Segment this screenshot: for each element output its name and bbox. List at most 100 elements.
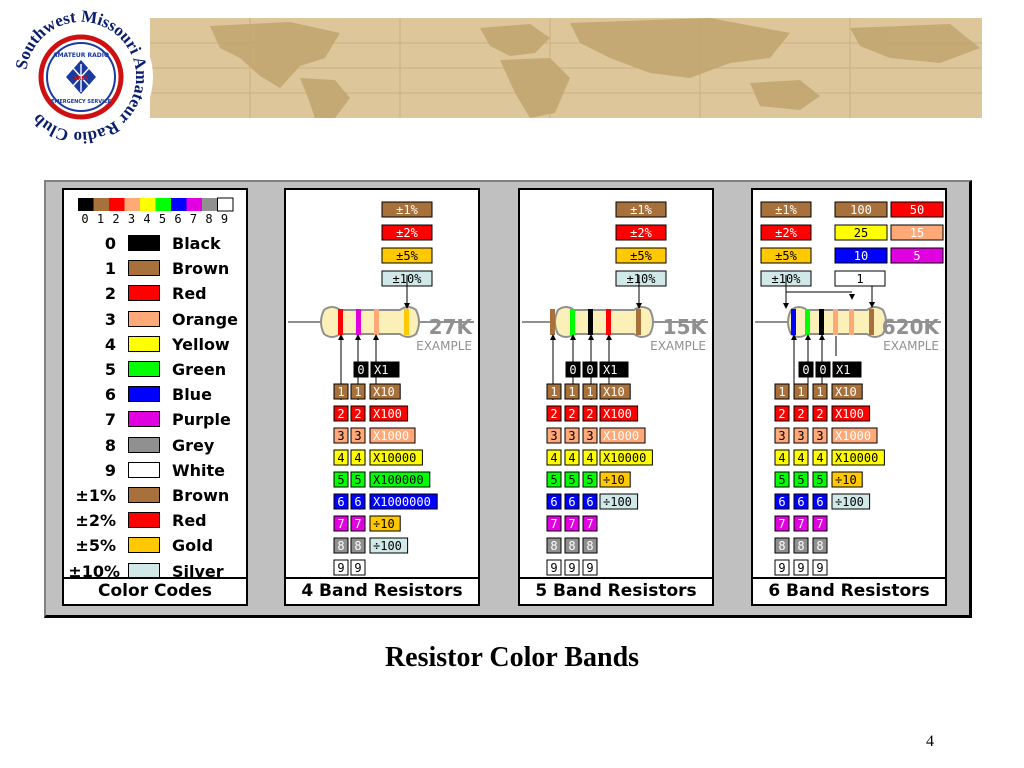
multiplier-label: ÷100 <box>835 495 864 509</box>
strip-swatch-orange <box>124 198 140 211</box>
strip-digit: 3 <box>128 212 135 224</box>
digit-box-label: 0 <box>569 363 576 377</box>
digit-box-label: 7 <box>354 517 361 531</box>
color-codes-footer: Color Codes <box>64 577 246 604</box>
multiplier-label: X100 <box>373 407 402 421</box>
digit-box-label: 3 <box>778 429 785 443</box>
resistor-band <box>849 309 854 335</box>
digit-box-label: 4 <box>568 451 575 465</box>
color-swatch-brown <box>128 487 160 503</box>
digit-box-label: 9 <box>568 561 575 575</box>
color-code-value: 9 <box>104 460 116 480</box>
digit-box-label: 4 <box>797 451 804 465</box>
digit-box-label: 3 <box>568 429 575 443</box>
tolerance-label: ±5% <box>630 249 652 263</box>
resistor-band <box>338 309 343 335</box>
digit-box-label: 5 <box>816 473 823 487</box>
strip-swatch-red <box>109 198 125 211</box>
resistor-example-label: EXAMPLE <box>883 339 939 353</box>
color-swatch-purple <box>128 411 160 428</box>
color-code-value: 6 <box>104 385 116 405</box>
digit-box-label: 2 <box>816 407 823 421</box>
digit-box-label: 8 <box>354 539 361 553</box>
strip-swatch-black <box>78 198 94 211</box>
tolerance-label: ±5% <box>396 249 418 263</box>
color-swatch-black <box>128 235 160 251</box>
digit-box-label: 6 <box>816 495 823 509</box>
resistor-example-label: EXAMPLE <box>650 339 706 353</box>
strip-digit: 9 <box>221 212 228 224</box>
digit-box-label: 1 <box>586 385 593 399</box>
color-code-value: 2 <box>104 284 116 304</box>
digit-box-label: 0 <box>357 363 364 377</box>
tempco-label: 25 <box>854 226 868 240</box>
digit-box-label: 9 <box>354 561 361 575</box>
strip-swatch-green <box>155 198 171 211</box>
digit-box-label: 2 <box>797 407 804 421</box>
multiplier-label: X100000 <box>373 473 424 487</box>
five-band-footer: 5 Band Resistors <box>520 577 712 604</box>
strip-swatch-yellow <box>140 198 156 211</box>
color-swatch-orange <box>128 310 160 327</box>
svg-text:EMERGENCY SERVICE: EMERGENCY SERVICE <box>51 99 112 105</box>
digit-box-label: 3 <box>816 429 823 443</box>
digit-box-label: 0 <box>802 363 809 377</box>
digit-box-label: 7 <box>586 517 593 531</box>
color-code-value: 4 <box>104 334 116 354</box>
page-number: 4 <box>926 733 934 750</box>
tolerance-label: ±5% <box>775 249 797 263</box>
digit-box-label: 5 <box>797 473 804 487</box>
multiplier-label: X100 <box>603 407 632 421</box>
digit-box-label: 6 <box>568 495 575 509</box>
color-code-row: 5 Green <box>64 358 246 382</box>
color-name: Gold <box>172 536 214 556</box>
svg-text:AMATEUR RADIO: AMATEUR RADIO <box>53 52 109 59</box>
resistor-band <box>791 309 796 335</box>
digit-box-label: 8 <box>778 539 785 553</box>
digit-box-label: 6 <box>797 495 804 509</box>
multiplier-label: X1 <box>836 363 850 377</box>
digit-box-label: 1 <box>354 385 361 399</box>
tempco-label: 1 <box>856 272 863 286</box>
color-code-row: 0 Black <box>64 232 246 256</box>
digit-box-label: 8 <box>550 539 557 553</box>
resistor-band <box>636 309 641 335</box>
digit-box-label: 7 <box>816 517 823 531</box>
color-swatch-red <box>128 285 160 302</box>
color-name: Orange <box>172 309 238 329</box>
color-name: Black <box>172 234 221 253</box>
digit-box-label: 8 <box>797 539 804 553</box>
multiplier-label: X10 <box>835 385 857 399</box>
resistor-band <box>805 309 810 335</box>
color-name: Blue <box>172 385 212 405</box>
color-code-value: 5 <box>104 360 116 379</box>
color-code-row: 1 Brown <box>64 257 246 281</box>
tolerance-label: ±1% <box>775 203 797 217</box>
digit-box-label: 7 <box>797 517 804 531</box>
strip-digit: 5 <box>159 212 166 224</box>
digit-box-label: 6 <box>354 495 361 509</box>
digit-box-label: 6 <box>337 495 344 509</box>
digit-box-label: 9 <box>550 561 557 575</box>
digit-box-label: 1 <box>778 385 785 399</box>
color-name: Red <box>172 511 207 531</box>
strip-digit: 0 <box>81 212 88 224</box>
multiplier-label: ÷10 <box>835 473 857 487</box>
svg-text:ARES: ARES <box>74 76 89 82</box>
digit-box-label: 3 <box>586 429 593 443</box>
color-code-value: 3 <box>104 309 116 329</box>
digit-box-label: 3 <box>337 429 344 443</box>
digit-box-label: 4 <box>778 451 785 465</box>
resistor-band <box>356 309 361 335</box>
color-code-value: ±1% <box>75 486 116 505</box>
color-name: Brown <box>172 259 230 279</box>
digit-box-label: 5 <box>778 473 785 487</box>
resistor-value: 27K <box>429 315 474 339</box>
strip-digit: 8 <box>205 212 212 224</box>
color-name: Green <box>172 360 227 379</box>
color-code-row: 6 Blue <box>64 383 246 407</box>
multiplier-label: X10 <box>603 385 625 399</box>
digit-box-label: 7 <box>778 517 785 531</box>
digit-box-label: 5 <box>568 473 575 487</box>
tempco-label: 15 <box>910 226 924 240</box>
